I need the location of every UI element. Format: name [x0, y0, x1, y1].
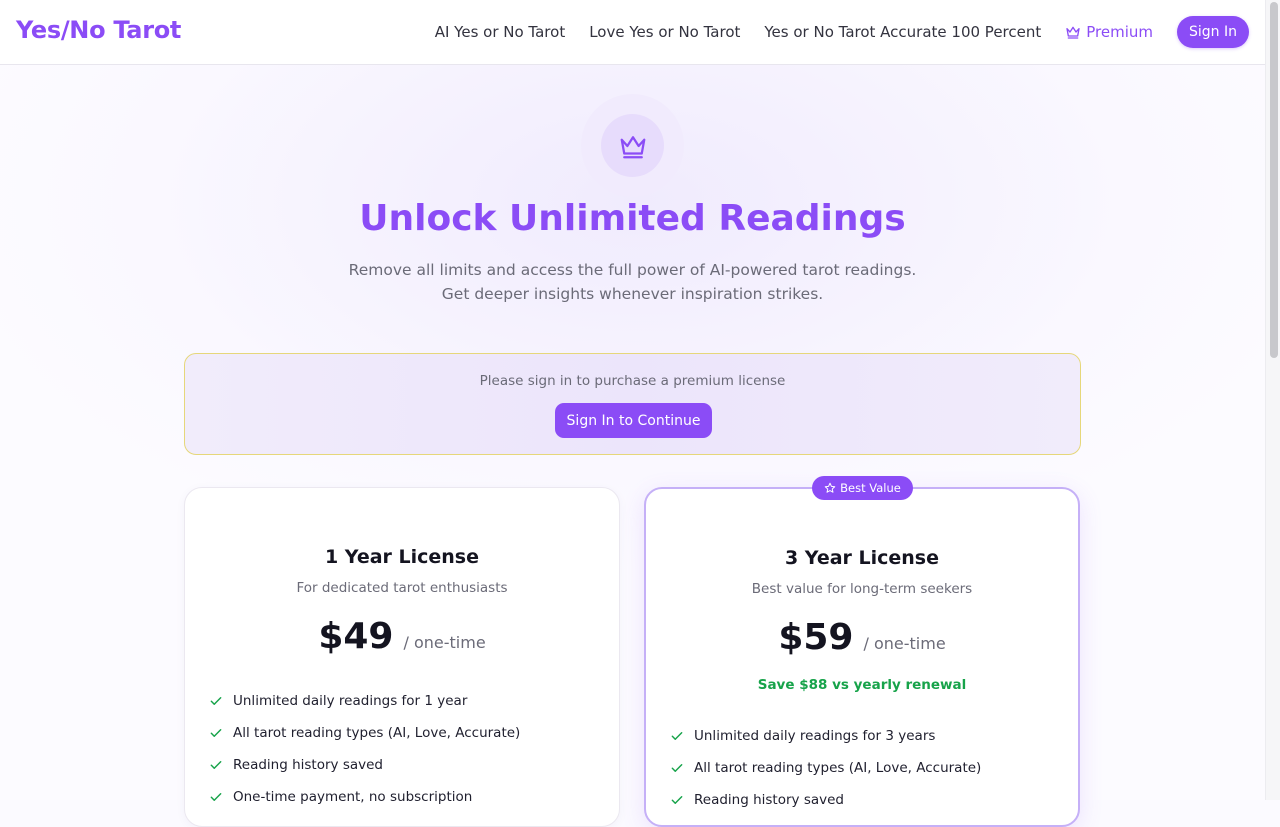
list-item: All tarot reading types (AI, Love, Accur… [209, 717, 520, 749]
sign-in-to-continue-button[interactable]: Sign In to Continue [555, 403, 712, 438]
plan-title: 3 Year License [784, 547, 940, 569]
list-item: All tarot reading types (AI, Love, Accur… [670, 752, 981, 784]
check-icon [670, 761, 684, 775]
plan-period: / one-time [863, 634, 946, 653]
main-nav: AI Yes or No Tarot Love Yes or No Tarot … [435, 0, 1249, 64]
nav-premium-label: Premium [1086, 23, 1153, 41]
site-logo[interactable]: Yes/No Tarot [16, 16, 181, 44]
feature-label: All tarot reading types (AI, Love, Accur… [233, 725, 521, 741]
check-icon [209, 726, 223, 740]
subtitle-line-2: Get deeper insights whenever inspiration… [441, 285, 824, 303]
sign-in-notice: Please sign in to purchase a premium lic… [184, 353, 1081, 455]
plan-price: $49 [318, 616, 394, 657]
page-subtitle: Remove all limits and access the full po… [0, 258, 1265, 306]
plan-card-3-year[interactable]: 3 Year License Best value for long-term … [644, 487, 1080, 827]
list-item: Unlimited daily readings for 3 years [670, 720, 981, 752]
feature-label: One-time payment, no subscription [233, 789, 473, 805]
list-item: Reading history saved [670, 784, 981, 816]
plan-price-row: $59 / one-time [646, 617, 1078, 658]
feature-label: Reading history saved [694, 792, 844, 808]
plan-feature-list: Unlimited daily readings for 1 year All … [209, 685, 520, 813]
plan-price-row: $49 / one-time [185, 616, 619, 657]
list-item: Unlimited daily readings for 1 year [209, 685, 520, 717]
crown-icon [1065, 24, 1081, 40]
hero-crown-circle [601, 114, 664, 177]
nav-premium[interactable]: Premium [1065, 23, 1153, 41]
best-value-badge: Best Value [812, 476, 913, 500]
plan-savings-note: Save $88 vs yearly renewal [757, 677, 967, 693]
plan-description: Best value for long-term seekers [751, 581, 973, 597]
plan-title: 1 Year License [324, 546, 480, 568]
subtitle-line-1: Remove all limits and access the full po… [348, 261, 917, 279]
feature-label: Reading history saved [233, 757, 383, 773]
sign-in-notice-text: Please sign in to purchase a premium lic… [479, 373, 786, 389]
feature-label: Unlimited daily readings for 3 years [694, 728, 936, 744]
plan-period: / one-time [403, 633, 486, 652]
nav-accurate-tarot[interactable]: Yes or No Tarot Accurate 100 Percent [764, 23, 1041, 41]
nav-ai-yes-no-tarot[interactable]: AI Yes or No Tarot [435, 23, 565, 41]
check-icon [670, 729, 684, 743]
check-icon [209, 790, 223, 804]
feature-label: All tarot reading types (AI, Love, Accur… [694, 760, 982, 776]
plan-description: For dedicated tarot enthusiasts [296, 580, 508, 596]
list-item: One-time payment, no subscription [209, 781, 520, 813]
scrollbar-thumb[interactable] [1270, 2, 1278, 358]
crown-icon [618, 131, 648, 161]
feature-label: Unlimited daily readings for 1 year [233, 693, 468, 709]
star-icon [824, 482, 836, 494]
top-nav-bar: Yes/No Tarot AI Yes or No Tarot Love Yes… [0, 0, 1265, 65]
hero-crown-badge [581, 94, 684, 197]
page-scrollbar[interactable] [1265, 0, 1280, 800]
nav-love-yes-no-tarot[interactable]: Love Yes or No Tarot [589, 23, 740, 41]
badge-label: Best Value [840, 481, 901, 495]
check-icon [670, 793, 684, 807]
sign-in-button[interactable]: Sign In [1177, 16, 1249, 48]
check-icon [209, 694, 223, 708]
plan-feature-list: Unlimited daily readings for 3 years All… [670, 720, 981, 816]
check-icon [209, 758, 223, 772]
list-item: Reading history saved [209, 749, 520, 781]
page-title: Unlock Unlimited Readings [359, 198, 906, 239]
plan-card-1-year[interactable]: 1 Year License For dedicated tarot enthu… [184, 487, 620, 827]
plan-price: $59 [778, 617, 854, 658]
